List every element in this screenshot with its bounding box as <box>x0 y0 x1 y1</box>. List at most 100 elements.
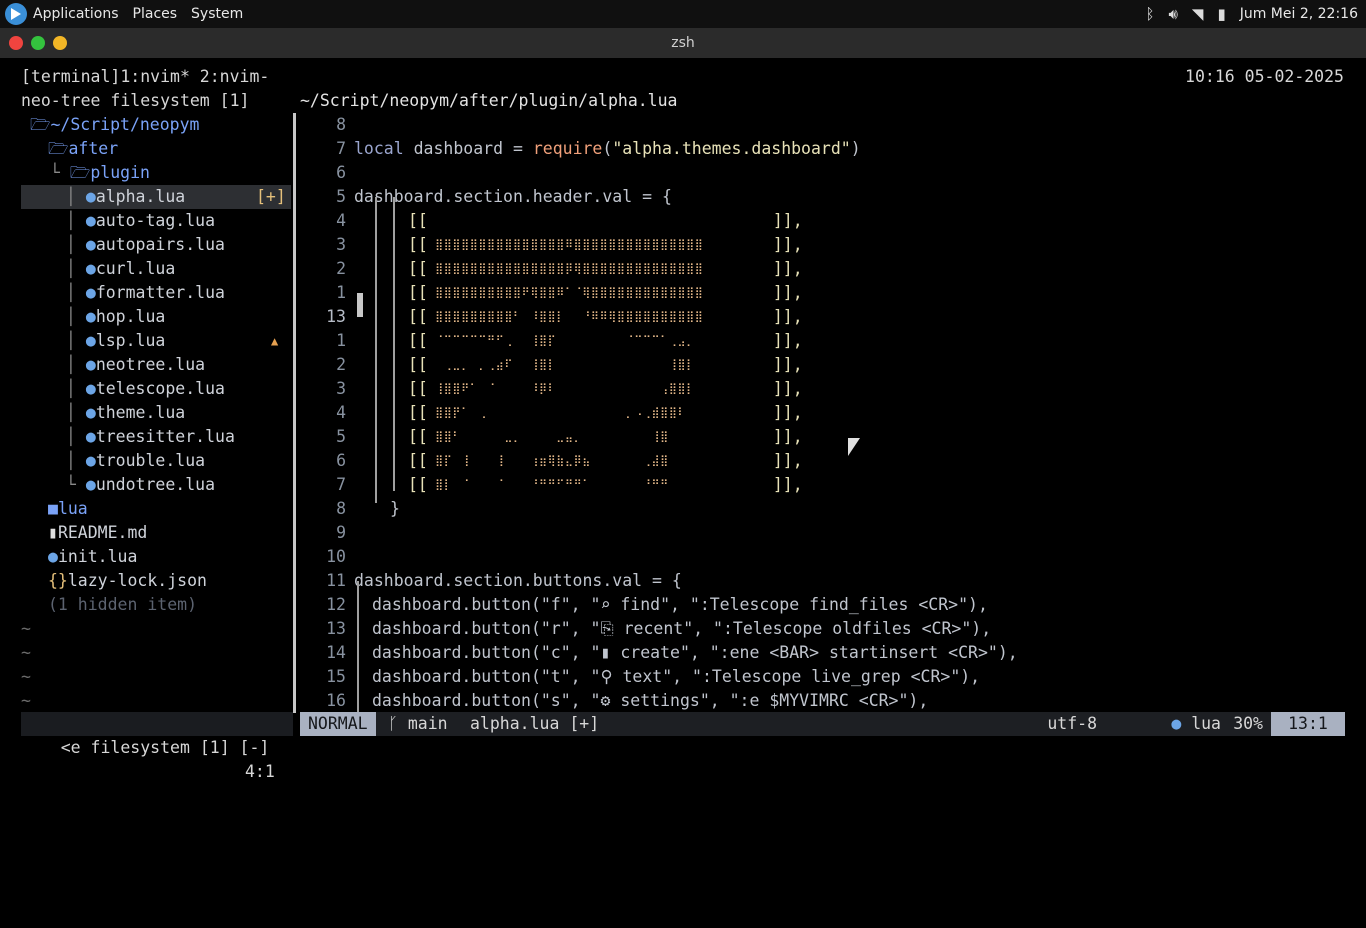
tree-file-item[interactable]: │ ●alpha.lua <box>66 185 185 209</box>
ascii-header-line[interactable]: [[ ⣿⣿⣿⣿⣿⣿⣿⣿⣿⣿⣿⣿⣿⣿⣿⠿⣿⣿⣿⣿⣿⣿⣿⣿⣿⣿⣿⣿⣿⣿⣿]], <box>408 233 803 257</box>
tree-file-item[interactable]: │ ●hop.lua <box>66 305 165 329</box>
lua-icon: ● <box>85 283 96 302</box>
tree-file-item[interactable]: │ ●neotree.lua <box>66 353 205 377</box>
applications-menu[interactable]: Applications <box>33 6 119 22</box>
tilde-line: ~ <box>21 667 31 686</box>
code-line[interactable]: dashboard.button("r", "⎘ recent", ":Tele… <box>372 617 991 641</box>
tree-folder-after[interactable]: 🗁after <box>48 137 118 161</box>
tree-file-item[interactable]: │ ●telescope.lua <box>66 377 225 401</box>
code-line[interactable]: dashboard.button("f", "⌕ find", ":Telesc… <box>372 593 988 617</box>
top-panel: Applications Places System ᛒ 🔊︎ ◥ ▮ Jum … <box>0 0 1366 28</box>
folder-open-icon: 🗁 <box>69 163 91 182</box>
modified-badge: [+] <box>256 187 286 206</box>
code-line[interactable]: dashboard.button("t", "⚲ text", ":Telesc… <box>372 665 980 689</box>
ascii-header-line[interactable]: [[ ⣿⣿⣿⣿⣿⣿⣿⣿⣿⠃⠀⠸⣿⣿⡇⠀⠀⠘⠿⠿⢿⣿⣿⣿⣿⣿⣿⣿⣿⣿⣿]], <box>408 305 803 329</box>
wifi-icon[interactable]: ◥ <box>1192 5 1204 23</box>
tree-status-name: <e filesystem [1] [-] <box>60 738 270 757</box>
tree-file-item[interactable]: │ ●curl.lua <box>66 257 175 281</box>
tree-statusline: <e filesystem [1] [-] 4:1 <box>21 712 293 781</box>
tree-file-item[interactable]: │ ●treesitter.lua <box>66 425 235 449</box>
tree-guide: │ <box>66 331 86 350</box>
tree-title: neo-tree filesystem [1] <box>21 91 250 110</box>
ascii-header-line[interactable]: [[ ⣿⡇⠀⠈⠀⠀⠀⠈⠀⠀⠀⠘⠛⠛⠋⠛⠛⠁⠀⠀⠀⠀⠀⠀⠘⠛⠛⠀⠀⠀⠀]], <box>408 473 803 497</box>
ascii-art-icon: ⣿⣿⣿⣿⣿⣿⣿⣿⣿⣿⣿⣿⣿⣿⣿⠿⣿⣿⣿⣿⣿⣿⣿⣿⣿⣿⣿⣿⣿⣿⣿ <box>427 238 704 251</box>
lua-icon: ● <box>85 427 96 446</box>
header-open: [[ <box>408 355 428 374</box>
ascii-header-line[interactable]: [[ ⣿⣿⣿⣿⣿⣿⣿⣿⣿⣿⣿⣿⣿⣿⣿⡿⢿⣿⣿⣿⣿⣿⣿⣿⣿⣿⣿⣿⣿⣿⣿]], <box>408 257 803 281</box>
code-line[interactable]: local dashboard = require("alpha.themes.… <box>354 137 861 161</box>
tree-file-item[interactable]: │ ●auto-tag.lua <box>66 209 215 233</box>
code-line[interactable]: dashboard.button("s", "⚙ settings", ":e … <box>372 689 928 713</box>
tree-file-item[interactable]: │ ●trouble.lua <box>66 449 205 473</box>
tree-file-init[interactable]: ●init.lua <box>48 545 137 569</box>
places-menu[interactable]: Places <box>133 6 178 22</box>
tree-file-readme[interactable]: ▮README.md <box>48 521 147 545</box>
tree-folder-plugin[interactable]: └ 🗁plugin <box>50 161 150 185</box>
tree-file-item[interactable]: └ ●undotree.lua <box>66 473 215 497</box>
tree-folder-lua[interactable]: ■lua <box>48 497 88 521</box>
line-number: 5 <box>336 427 346 446</box>
lua-icon: ● <box>85 475 96 494</box>
status-percent: 30% <box>1233 714 1263 733</box>
ascii-art-icon: ⣿⣿⣿⣿⣿⣿⣿⣿⣿⠃⠀⠸⣿⣿⡇⠀⠀⠘⠿⠿⢿⣿⣿⣿⣿⣿⣿⣿⣿⣿⣿ <box>427 310 704 323</box>
panel-clock[interactable]: Jum Mei 2, 22:16 <box>1240 6 1358 22</box>
tree-guide: │ <box>66 427 86 446</box>
ascii-header-line[interactable]: [[ ⣿⣿⠃⠀⠀⠀⠀⠀⣀⡀⠀⠀⠀⠀⣀⣤⡀⠀⠀⠀⠀⠀⠀⠀⠀⢸⣿⠀⠀⠀⠀]], <box>408 425 803 449</box>
tree-file-label: formatter.lua <box>95 283 225 302</box>
header-close: ]], <box>772 475 803 494</box>
status-filetype: ● lua <box>1171 714 1221 733</box>
window-split[interactable] <box>293 113 296 713</box>
tree-file-item[interactable]: │ ●formatter.lua <box>66 281 225 305</box>
mouse-pointer-icon <box>848 438 860 456</box>
tree-file-item[interactable]: │ ●theme.lua <box>66 401 185 425</box>
ascii-header-line[interactable]: [[ ⣿⣿⡟⠁⠀⢀⠀⠀⠀⠀⠀⠀⠀⠀⠀⠀⠀⠀⠀⠀⠀⠀⡀⠠⢀⣾⣿⣿⠇⠀⠀]], <box>408 401 803 425</box>
line-number: 5 <box>336 187 346 206</box>
line-number: 3 <box>336 379 346 398</box>
distro-logo-icon[interactable] <box>5 3 27 25</box>
header-close: ]], <box>772 283 803 302</box>
ascii-art-icon: ⣿⣿⣿⣿⣿⣿⣿⣿⣿⣿⠟⢿⣿⣿⠿⠁⠈⢿⣿⣿⣿⣿⣿⣿⣿⣿⣿⣿⣿⣿⣿ <box>427 286 704 299</box>
ascii-header-line[interactable]: [[ ⣿⣿⣿⣿⣿⣿⣿⣿⣿⣿⠟⢿⣿⣿⠿⠁⠈⢿⣿⣿⣿⣿⣿⣿⣿⣿⣿⣿⣿⣿⣿]], <box>408 281 803 305</box>
tree-root[interactable]: 🗁~/Script/neopym <box>30 113 199 137</box>
tree-guide: │ <box>66 283 86 302</box>
tilde-line: ~ <box>21 691 31 710</box>
ascii-header-line[interactable]: [[ ⣿⡏⠀⢸⠀⠀⠀⢸⠀⠀⠀⢰⣶⢿⣷⣄⡿⣦⠀⠀⠀⠀⠀⠀⢀⣼⣿⠀⠀⠀⠀]], <box>408 449 803 473</box>
code-line[interactable]: } <box>390 497 400 521</box>
indent-guide <box>357 581 359 713</box>
editor-statusline: NORMAL ᚴ main alpha.lua [+] utf-8 ● lua … <box>300 712 1345 736</box>
tree-file-label: trouble.lua <box>95 451 206 470</box>
bluetooth-icon[interactable]: ᛒ <box>1145 5 1154 23</box>
tree-file-item[interactable]: │ ●autopairs.lua <box>66 233 225 257</box>
battery-icon[interactable]: ▮ <box>1217 5 1225 23</box>
tree-guide: │ <box>66 355 86 374</box>
line-number: 8 <box>336 499 346 518</box>
line-number: 4 <box>336 403 346 422</box>
terminal[interactable]: [terminal]1:nvim* 2:nvim- 10:16 05-02-20… <box>0 58 1366 781</box>
branch-icon: ᚴ <box>388 714 408 733</box>
header-close: ]], <box>772 379 803 398</box>
header-close: ]], <box>772 259 803 278</box>
status-filename: alpha.lua [+] <box>470 714 600 733</box>
ascii-header-line[interactable]: [[ ⢸⣿⣿⠟⠁⠀⠈⠀⠀⠀⠀⠸⡿⠇⠀⠀⠀⠀⠀⠀⠀⠀⠀⠀⠀⠀⢠⣿⣿⡇⠀]], <box>408 377 803 401</box>
line-number: 8 <box>336 115 346 134</box>
code-line[interactable]: dashboard.section.header.val = { <box>354 185 672 209</box>
line-number: 1 <box>336 331 346 350</box>
system-menu[interactable]: System <box>191 6 243 22</box>
volume-icon[interactable]: 🔊︎ <box>1168 5 1177 23</box>
code-line[interactable]: dashboard.button("c", "▮ create", ":ene … <box>372 641 1018 665</box>
warning-icon: ▲ <box>271 334 279 348</box>
line-number: 15 <box>326 667 346 686</box>
tree-file-lazy-lock[interactable]: {}lazy-lock.json <box>48 569 207 593</box>
code-line[interactable]: dashboard.section.buttons.val = { <box>354 569 682 593</box>
ascii-header-line[interactable]: [[ ⠈⠉⠉⠉⠉⠉⠛⠋⢀⠀⠀⢸⣿⡏⠀⠀⠀⠀⠀⠀⠀⠀⠈⠉⠉⠉⠁⢀⣠⡀⠀]], <box>408 329 803 353</box>
ascii-art-icon: ⠀⢀⣀⡀⠀⡀⢀⣴⠏⠀⠀⢸⣿⡇⠀⠀⠀⠀⠀⠀⠀⠀⠀⠀⠀⠀⠀⢸⣿⡇⠀ <box>427 358 704 371</box>
line-number: 12 <box>326 595 346 614</box>
header-open: [[ <box>408 331 428 350</box>
header-open: [[ <box>408 427 428 446</box>
ascii-header-line[interactable]: [[ ⠀⢀⣀⡀⠀⡀⢀⣴⠏⠀⠀⢸⣿⡇⠀⠀⠀⠀⠀⠀⠀⠀⠀⠀⠀⠀⠀⢸⣿⡇⠀]], <box>408 353 803 377</box>
mode-indicator: NORMAL <box>300 712 376 736</box>
lua-icon: ● <box>85 259 96 278</box>
ascii-header-line[interactable]: [[ ⠀⠀⠀⠀⠀⠀⠀]], <box>408 209 803 233</box>
tree-file-label: alpha.lua <box>95 187 186 206</box>
tree-file-item[interactable]: │ ●lsp.lua <box>66 329 165 353</box>
